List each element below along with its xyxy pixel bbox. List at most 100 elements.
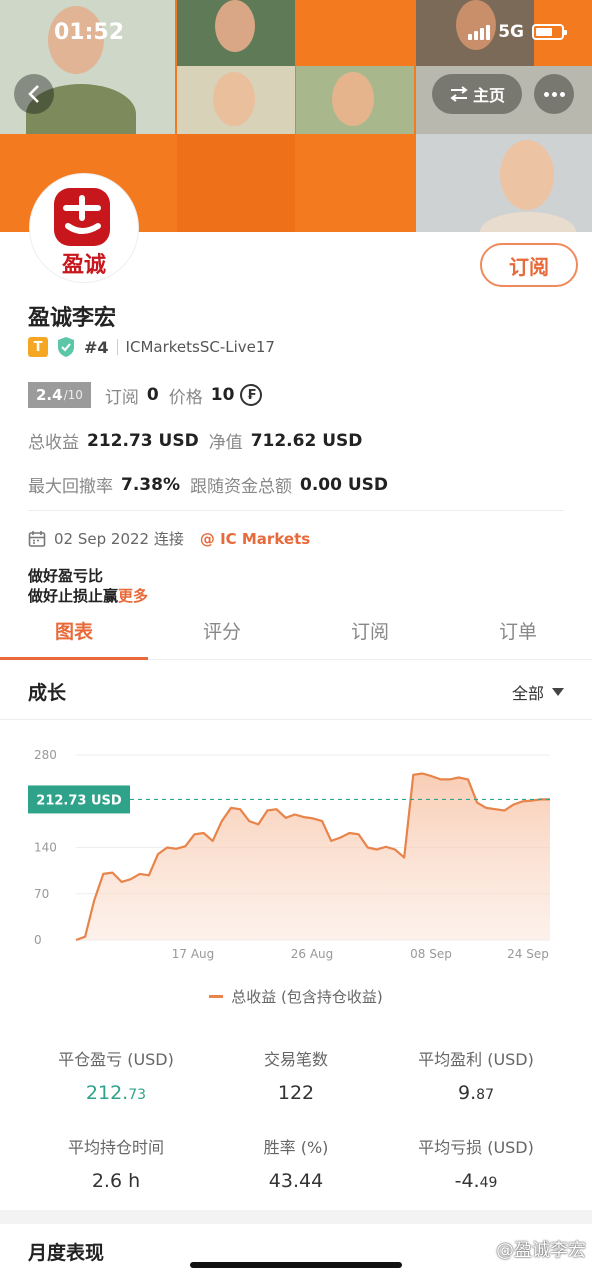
stat-label: 平均持仓时间 bbox=[67, 1138, 164, 1157]
avatar: 盈诚 bbox=[30, 174, 138, 282]
trader-name: 盈诚李宏 bbox=[28, 306, 117, 331]
home-button[interactable]: 主页 bbox=[432, 74, 522, 114]
bio-line: 做好盈亏比 bbox=[28, 567, 104, 585]
subscribe-button[interactable]: 订阅 bbox=[480, 243, 578, 287]
stat-avg-loss: 平均亏损 (USD) -4.49 bbox=[376, 1134, 576, 1192]
chart-legend: 总收益 (包含持仓收益) bbox=[0, 986, 592, 1007]
banner-person-photo bbox=[177, 66, 295, 134]
stat-value: 9.87 bbox=[458, 1082, 494, 1104]
stat-trades: 交易笔数 122 bbox=[196, 1046, 396, 1104]
verified-shield-icon bbox=[58, 337, 74, 357]
tab-chart[interactable]: 图表 bbox=[0, 610, 148, 660]
stat-label: 交易笔数 bbox=[263, 1050, 328, 1069]
home-indicator[interactable] bbox=[190, 1262, 402, 1268]
coin-icon: ₣ bbox=[240, 384, 263, 406]
subscribers-label: 订阅 bbox=[104, 387, 139, 408]
stat-avg-hold: 平均持仓时间 2.6 h bbox=[16, 1134, 216, 1192]
tab-bar: 图表 评分 订阅 订单 bbox=[0, 610, 592, 660]
stat-closed-pl: 平仓盈亏 (USD) 212.73 bbox=[16, 1046, 216, 1104]
status-indicators: 5G bbox=[468, 22, 567, 42]
equity-value: 712.62 USD bbox=[250, 430, 363, 451]
bio-line: 做好止损止赢 bbox=[28, 587, 119, 605]
rating-row: 2.4/10 订阅 0 价格 10 ₣ bbox=[28, 382, 263, 408]
monthly-performance-title: 月度表现 bbox=[28, 1242, 105, 1264]
y-tick-label: 70 bbox=[34, 887, 49, 901]
equity-label: 净值 bbox=[208, 433, 243, 453]
watermark: @盈诚李宏 bbox=[496, 1240, 586, 1261]
bio-more-link[interactable]: 更多 bbox=[118, 587, 148, 605]
stat-value: -4.49 bbox=[454, 1170, 498, 1192]
stat-value: 2.6 h bbox=[91, 1170, 141, 1192]
x-tick-label: 26 Aug bbox=[291, 947, 334, 961]
status-time: 01:52 bbox=[54, 20, 125, 45]
trader-bio: 做好盈亏比 做好止损止赢更多 bbox=[28, 566, 148, 606]
rating-value: 2.4 bbox=[36, 386, 63, 404]
range-filter-value: 全部 bbox=[511, 684, 544, 703]
more-icon bbox=[543, 91, 549, 97]
connection-info: 02 Sep 2022 连接 @ IC Markets bbox=[28, 528, 310, 549]
section-separator bbox=[0, 1210, 592, 1224]
signal-icon bbox=[468, 24, 491, 40]
divider bbox=[28, 510, 564, 511]
tab-rating[interactable]: 评分 bbox=[148, 610, 296, 659]
growth-header: 成长 全部 bbox=[0, 668, 592, 720]
broker-link[interactable]: @ IC Markets bbox=[200, 530, 310, 548]
stat-label: 胜率 (%) bbox=[263, 1138, 329, 1157]
stat-label: 平均亏损 (USD) bbox=[418, 1138, 534, 1157]
rating-badge: 2.4/10 bbox=[28, 382, 91, 408]
rating-max: /10 bbox=[63, 388, 83, 402]
current-value-label: 212.73 USD bbox=[36, 793, 122, 808]
avatar-text: 盈诚 bbox=[61, 252, 106, 278]
series-area bbox=[76, 773, 550, 940]
stat-label: 平均盈利 (USD) bbox=[418, 1050, 534, 1069]
follow-funds-label: 跟随资金总额 bbox=[189, 477, 292, 497]
total-profit-value: 212.73 USD bbox=[87, 430, 199, 451]
banner-person-photo bbox=[177, 0, 295, 66]
trader-badges: T #4 ICMarketsSC-Live17 bbox=[28, 336, 275, 358]
range-filter-dropdown[interactable]: 全部 bbox=[512, 680, 564, 704]
x-tick-label: 08 Sep bbox=[410, 947, 452, 961]
price-value: 10 bbox=[210, 385, 235, 405]
switch-icon bbox=[450, 86, 468, 102]
tier-badge: T bbox=[28, 337, 48, 357]
account-label: ICMarketsSC-Live17 bbox=[125, 338, 275, 356]
calendar-icon bbox=[28, 530, 46, 547]
stat-label: 平仓盈亏 (USD) bbox=[58, 1050, 174, 1069]
follow-funds-value: 0.00 USD bbox=[299, 474, 389, 495]
stat-value: 212.73 bbox=[85, 1082, 147, 1104]
more-button[interactable] bbox=[534, 74, 574, 114]
max-drawdown-label: 最大回撤率 bbox=[28, 477, 113, 497]
drawdown-row: 最大回撤率 7.38% 跟随资金总额 0.00 USD bbox=[28, 472, 398, 498]
max-drawdown-value: 7.38% bbox=[121, 474, 180, 495]
stat-value: 122 bbox=[277, 1082, 315, 1104]
y-tick-label: 280 bbox=[34, 748, 57, 762]
chevron-left-icon bbox=[28, 85, 39, 103]
growth-title: 成长 bbox=[28, 682, 67, 704]
battery-icon bbox=[532, 24, 567, 40]
profit-row: 总收益 212.73 USD 净值 712.62 USD bbox=[28, 428, 372, 454]
y-tick-label: 0 bbox=[34, 933, 42, 947]
legend-label: 总收益 (包含持仓收益) bbox=[231, 988, 383, 1006]
brand-logo-icon: 盈诚 bbox=[54, 188, 110, 278]
price-label: 价格 bbox=[168, 387, 203, 408]
tab-orders[interactable]: 订单 bbox=[444, 610, 592, 659]
banner-person-photo bbox=[470, 134, 580, 232]
x-tick-label: 17 Aug bbox=[172, 947, 215, 961]
y-tick-label: 140 bbox=[34, 841, 57, 855]
back-button[interactable] bbox=[14, 74, 54, 114]
legend-swatch bbox=[209, 995, 224, 998]
connect-date: 02 Sep 2022 连接 bbox=[54, 530, 184, 548]
x-tick-label: 24 Sep bbox=[507, 947, 549, 961]
home-button-label: 主页 bbox=[472, 86, 505, 105]
caret-down-icon bbox=[552, 688, 564, 696]
subscribers-value: 0 bbox=[146, 385, 159, 405]
stat-value: 43.44 bbox=[268, 1170, 324, 1192]
growth-chart: 280 140 70 0 17 Aug 26 Aug 08 Sep 24 Sep 212.73 … bbox=[28, 748, 551, 961]
stat-avg-profit: 平均盈利 (USD) 9.87 bbox=[376, 1046, 576, 1104]
banner-person-photo bbox=[296, 66, 414, 134]
network-type: 5G bbox=[498, 22, 524, 42]
tab-subscribe[interactable]: 订阅 bbox=[296, 610, 444, 659]
stat-winrate: 胜率 (%) 43.44 bbox=[196, 1134, 396, 1192]
rank-label: #4 bbox=[84, 337, 109, 357]
total-profit-label: 总收益 bbox=[28, 433, 79, 453]
